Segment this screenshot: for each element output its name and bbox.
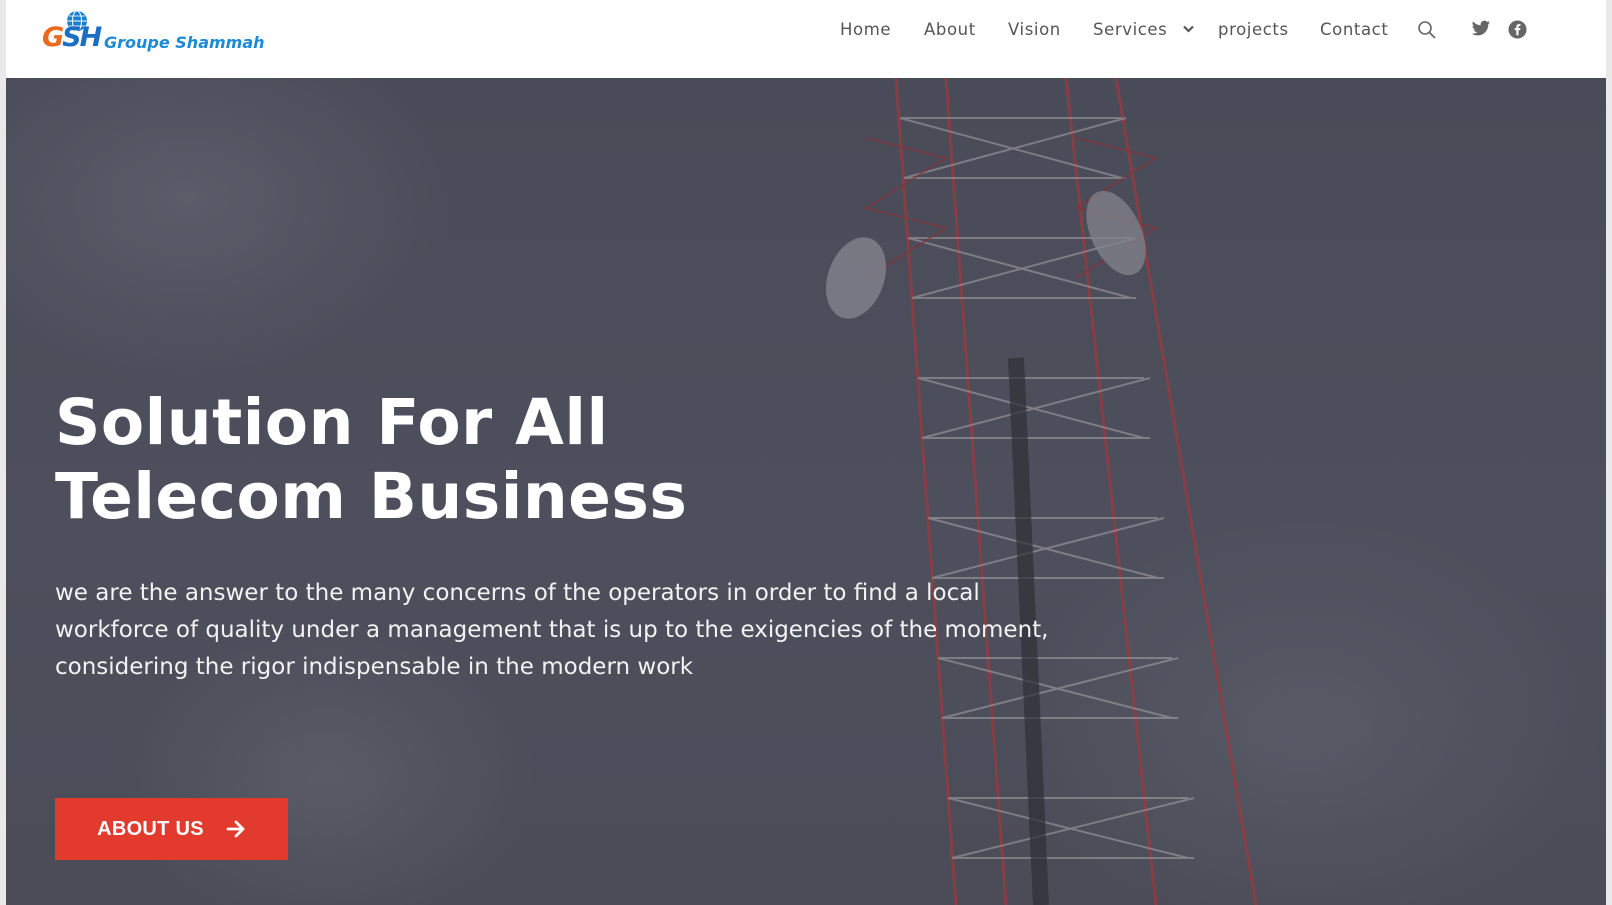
nav-item-home[interactable]: Home (840, 20, 891, 39)
hero-title-line2: Telecom Business (55, 460, 688, 533)
nav-item-services-label: Services (1093, 20, 1168, 39)
logo-name: Groupe Shammah (104, 33, 265, 52)
nav-item-about[interactable]: About (924, 20, 976, 39)
nav-item-services[interactable]: Services (1093, 20, 1195, 39)
site-logo[interactable]: GSH Groupe Shammah (42, 10, 272, 60)
page-frame: GSH Groupe Shammah Home About Vision Ser… (6, 0, 1606, 905)
chevron-down-icon (1183, 25, 1195, 33)
facebook-icon[interactable] (1508, 20, 1530, 42)
site-header: GSH Groupe Shammah Home About Vision Ser… (6, 0, 1606, 78)
hero-section: Solution For All Telecom Business we are… (6, 78, 1606, 905)
nav-item-contact[interactable]: Contact (1320, 20, 1388, 39)
logo-mark: GSH (42, 22, 102, 53)
search-icon[interactable] (1417, 20, 1439, 42)
arrow-right-icon (226, 820, 245, 838)
about-us-button-label: ABOUT US (97, 817, 204, 840)
about-us-button[interactable]: ABOUT US (55, 798, 288, 860)
hero-title: Solution For All Telecom Business (55, 386, 955, 534)
nav-item-vision[interactable]: Vision (1008, 20, 1061, 39)
nav-item-projects[interactable]: projects (1218, 20, 1289, 39)
hero-description: we are the answer to the many concerns o… (55, 580, 1049, 680)
hero-title-line1: Solution For All (55, 386, 609, 459)
twitter-icon[interactable] (1471, 20, 1493, 42)
